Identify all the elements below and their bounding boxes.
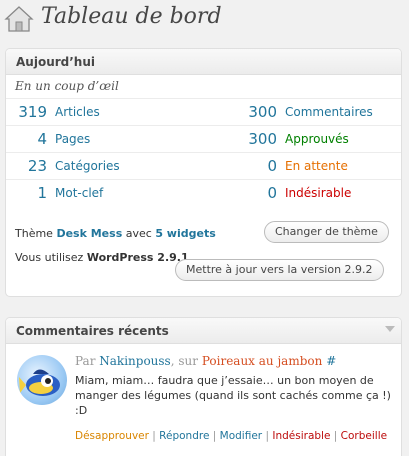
home-icon xyxy=(4,6,34,32)
right-now-widget: Aujourd’hui En un coup d’œil 319 Article… xyxy=(5,48,402,297)
comment-meta: Par Nakinpouss, sur Poireaux au jambon # xyxy=(75,354,336,368)
separator: | xyxy=(212,430,217,442)
separator: | xyxy=(152,430,156,442)
theme-info: Thème Desk Mess avec 5 widgets xyxy=(15,227,216,240)
widget-title[interactable]: Commentaires récents xyxy=(6,318,401,344)
update-button[interactable]: Mettre à jour vers la version 2.9.2 xyxy=(175,259,384,281)
separator: | xyxy=(333,430,338,442)
avatar xyxy=(17,355,67,405)
by-label: Par xyxy=(75,354,96,368)
posts-count[interactable]: 319 xyxy=(6,103,47,121)
wp-version: WordPress 2.9.1 xyxy=(86,251,189,264)
toggle-arrow-icon[interactable] xyxy=(385,326,395,332)
stat-row: 23 Catégories 0 En attente xyxy=(6,153,401,180)
on-label: , sur xyxy=(170,354,198,368)
stat-row: 1 Mot-clef 0 Indésirable xyxy=(6,180,401,207)
spam-count[interactable]: 0 xyxy=(236,184,277,202)
separator: | xyxy=(265,430,270,442)
page-header: Tableau de bord xyxy=(0,0,409,38)
theme-prefix: Thème xyxy=(15,227,53,240)
wp-prefix: Vous utilisez xyxy=(15,251,84,264)
tags-count[interactable]: 1 xyxy=(6,184,47,202)
widget-title[interactable]: Aujourd’hui xyxy=(6,49,401,75)
tags-link[interactable]: Mot-clef xyxy=(55,186,103,200)
comment-permalink[interactable]: # xyxy=(326,354,336,368)
comment-author-link[interactable]: Nakinpouss xyxy=(99,354,170,368)
pending-link[interactable]: En attente xyxy=(285,159,348,173)
theme-name-link[interactable]: Desk Mess xyxy=(56,227,122,240)
reply-link[interactable]: Répondre xyxy=(159,430,209,442)
stat-row: 319 Articles 300 Commentaires xyxy=(6,99,401,126)
categories-link[interactable]: Catégories xyxy=(55,159,120,173)
stats-table: 319 Articles 300 Commentaires 4 Pages 30… xyxy=(6,99,401,211)
pages-count[interactable]: 4 xyxy=(6,130,47,148)
comments-link[interactable]: Commentaires xyxy=(285,105,373,119)
approved-count[interactable]: 300 xyxy=(236,130,277,148)
pages-link[interactable]: Pages xyxy=(55,132,90,146)
recent-comments-widget: Commentaires récents Par Nakinpouss, sur… xyxy=(5,317,402,456)
wp-version-info: Vous utilisez WordPress 2.9.1 xyxy=(15,251,189,264)
recent-comments-title: Commentaires récents xyxy=(16,324,169,338)
trash-link[interactable]: Corbeille xyxy=(341,430,387,442)
posts-link[interactable]: Articles xyxy=(55,105,100,119)
theme-middle: avec xyxy=(125,227,152,240)
comment-item: Par Nakinpouss, sur Poireaux au jambon #… xyxy=(6,345,401,456)
page-title: Tableau de bord xyxy=(41,4,222,29)
comment-post-link[interactable]: Poireaux au jambon xyxy=(202,354,323,368)
pending-count[interactable]: 0 xyxy=(236,157,277,175)
categories-count[interactable]: 23 xyxy=(6,157,47,175)
widgets-link[interactable]: 5 widgets xyxy=(155,227,215,240)
spam-link[interactable]: Indésirable xyxy=(272,430,330,442)
spam-link[interactable]: Indésirable xyxy=(285,186,351,200)
approved-link[interactable]: Approuvés xyxy=(285,132,349,146)
fish-avatar-icon xyxy=(19,369,60,396)
change-theme-button[interactable]: Changer de thème xyxy=(264,221,389,243)
comment-actions: Désapprouver | Répondre | Modifier | Ind… xyxy=(75,429,395,443)
comments-count[interactable]: 300 xyxy=(236,103,277,121)
comment-text: Miam, miam… faudra que j’essaie… un bon … xyxy=(75,374,391,417)
widget-subtitle: En un coup d’œil xyxy=(6,75,401,99)
unapprove-link[interactable]: Désapprouver xyxy=(75,430,149,442)
edit-link[interactable]: Modifier xyxy=(220,430,262,442)
stat-row: 4 Pages 300 Approuvés xyxy=(6,126,401,153)
